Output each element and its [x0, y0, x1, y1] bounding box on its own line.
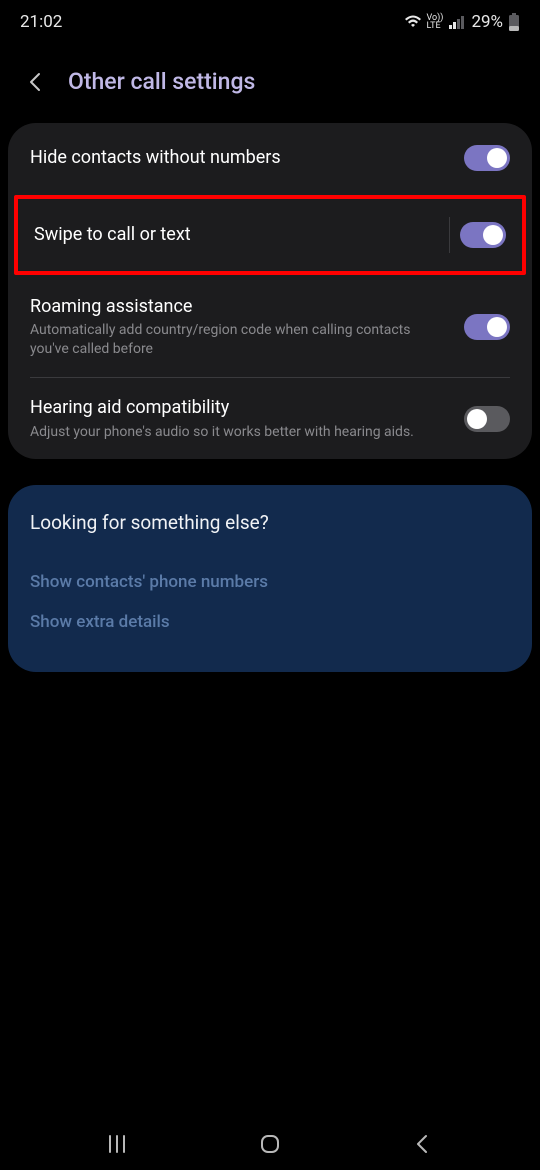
setting-hide-contacts[interactable]: Hide contacts without numbers	[8, 123, 532, 193]
highlight-annotation: Swipe to call or text	[14, 195, 526, 275]
page-title: Other call settings	[68, 68, 255, 95]
recents-button[interactable]	[103, 1130, 131, 1158]
signal-icon	[448, 15, 466, 29]
setting-hearing-aid[interactable]: Hearing aid compatibility Adjust your ph…	[8, 378, 532, 459]
toggle-hearing-aid[interactable]	[464, 406, 510, 432]
setting-title: Hearing aid compatibility	[30, 396, 448, 419]
status-time: 21:02	[20, 12, 62, 32]
looking-for-title: Looking for something else?	[30, 511, 510, 534]
setting-desc: Adjust your phone's audio so it works be…	[30, 423, 448, 442]
settings-card: Hide contacts without numbers Swipe to c…	[8, 123, 532, 459]
link-show-extra-details[interactable]: Show extra details	[30, 602, 510, 642]
setting-roaming-assistance[interactable]: Roaming assistance Automatically add cou…	[8, 277, 532, 377]
toggle-swipe-call-text[interactable]	[460, 222, 506, 248]
navigation-bar	[0, 1118, 540, 1170]
vertical-divider	[449, 217, 450, 253]
link-show-phone-numbers[interactable]: Show contacts' phone numbers	[30, 562, 510, 602]
back-nav-button[interactable]	[409, 1130, 437, 1158]
status-icons: Vo))LTE 29%	[404, 12, 521, 32]
setting-title: Swipe to call or text	[34, 223, 433, 246]
setting-desc: Automatically add country/region code wh…	[30, 321, 448, 359]
toggle-hide-contacts[interactable]	[464, 145, 510, 171]
setting-title: Hide contacts without numbers	[30, 146, 448, 169]
volte-icon: Vo))LTE	[427, 14, 444, 30]
battery-percentage: 29%	[471, 12, 503, 32]
toggle-roaming-assistance[interactable]	[464, 314, 510, 340]
page-header: Other call settings	[0, 44, 540, 123]
wifi-icon	[404, 15, 422, 29]
setting-title: Roaming assistance	[30, 295, 448, 318]
looking-for-card: Looking for something else? Show contact…	[8, 485, 532, 672]
back-button[interactable]	[24, 70, 48, 94]
battery-icon	[508, 13, 520, 31]
home-button[interactable]	[256, 1130, 284, 1158]
status-bar: 21:02 Vo))LTE 29%	[0, 0, 540, 44]
setting-swipe-call-text[interactable]: Swipe to call or text	[18, 199, 522, 271]
